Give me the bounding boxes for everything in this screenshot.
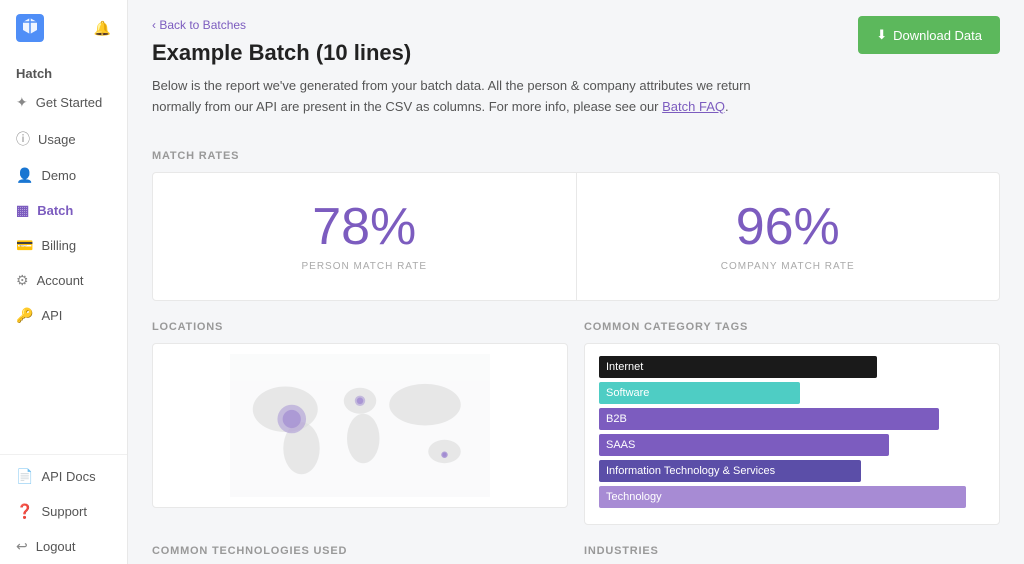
technologies-section-label: COMMON TECHNOLOGIES USED (152, 545, 568, 557)
sidebar-item-label: Billing (41, 238, 76, 253)
api-icon: 🔑 (16, 307, 33, 324)
batch-icon: ▦ (16, 202, 29, 219)
sidebar-item-label: Usage (38, 132, 76, 147)
sidebar-item-usage[interactable]: ⓘ Usage (0, 120, 127, 158)
technologies-industries-row: COMMON TECHNOLOGIES USED Facebook AdsNgi… (152, 545, 1000, 564)
industries-col: INDUSTRIES (584, 545, 1000, 564)
page-title: Example Batch (10 lines) (152, 40, 858, 66)
sidebar-bottom-nav: 📄 API Docs ❓ Support ↩ Logout (0, 454, 127, 564)
app-name-label: Hatch (0, 56, 68, 85)
demo-icon: 👤 (16, 167, 33, 184)
sidebar-item-account[interactable]: ⚙ Account (0, 263, 127, 298)
sidebar: 🔔 Hatch ✦ Get Started ⓘ Usage 👤 Demo ▦ B… (0, 0, 128, 564)
sidebar-item-label: Demo (41, 168, 76, 183)
category-bar-row: SAAS (599, 434, 985, 456)
download-icon: ⬇ (876, 27, 887, 43)
logout-icon: ↩ (16, 538, 28, 555)
bar-label: Technology (599, 486, 669, 508)
sidebar-item-label: API (41, 308, 62, 323)
category-tags-section-label: COMMON CATEGORY TAGS (584, 321, 1000, 333)
account-icon: ⚙ (16, 272, 29, 289)
sidebar-item-billing[interactable]: 💳 Billing (0, 228, 127, 263)
sidebar-item-api-docs[interactable]: 📄 API Docs (0, 459, 127, 494)
technologies-col: COMMON TECHNOLOGIES USED Facebook AdsNgi… (152, 545, 568, 564)
bar-label: B2B (599, 408, 634, 430)
logo-icon (16, 14, 44, 42)
sidebar-item-batch[interactable]: ▦ Batch (0, 193, 127, 228)
sidebar-item-get-started[interactable]: ✦ Get Started (0, 85, 127, 120)
person-match-rate: 78% PERSON MATCH RATE (153, 173, 577, 300)
locations-card (152, 343, 568, 508)
category-tags-card: Internet Software B2B SAAS Information Techn… (584, 343, 1000, 525)
bar-label: Information Technology & Services (599, 460, 782, 482)
sidebar-item-logout[interactable]: ↩ Logout (0, 529, 127, 564)
locations-section-label: LOCATIONS (152, 321, 568, 333)
usage-icon: ⓘ (16, 129, 30, 149)
download-button-label: Download Data (893, 28, 982, 43)
locations-col: LOCATIONS (152, 321, 568, 525)
category-tags-col: COMMON CATEGORY TAGS Internet Software B2B… (584, 321, 1000, 525)
description-text: Below is the report we've generated from… (152, 78, 751, 114)
world-map-svg (163, 354, 557, 497)
api-docs-icon: 📄 (16, 468, 33, 485)
category-bar-row: B2B (599, 408, 985, 430)
notification-bell-icon[interactable]: 🔔 (94, 20, 111, 37)
page-header: ‹ Back to Batches Example Batch (10 line… (152, 16, 1000, 134)
main-nav: ✦ Get Started ⓘ Usage 👤 Demo ▦ Batch 💳 B… (0, 85, 127, 454)
category-bar-row: Internet (599, 356, 985, 378)
bar-label: Internet (599, 356, 650, 378)
locations-categories-row: LOCATIONS (152, 321, 1000, 525)
back-to-batches-link[interactable]: ‹ Back to Batches (152, 18, 246, 32)
category-bar-row: Technology (599, 486, 985, 508)
match-rates-section: MATCH RATES 78% PERSON MATCH RATE 96% CO… (152, 150, 1000, 301)
sidebar-item-label: Batch (37, 203, 73, 218)
main-content: ‹ Back to Batches Example Batch (10 line… (128, 0, 1024, 564)
company-match-rate: 96% COMPANY MATCH RATE (577, 173, 1000, 300)
billing-icon: 💳 (16, 237, 33, 254)
sidebar-item-label: Account (37, 273, 84, 288)
company-match-rate-value: 96% (597, 201, 980, 253)
sidebar-item-demo[interactable]: 👤 Demo (0, 158, 127, 193)
sidebar-item-label: Support (41, 504, 87, 519)
match-rates-card: 78% PERSON MATCH RATE 96% COMPANY MATCH … (152, 172, 1000, 301)
industries-section-label: INDUSTRIES (584, 545, 1000, 557)
bar-label: Software (599, 382, 656, 404)
support-icon: ❓ (16, 503, 33, 520)
header-left: ‹ Back to Batches Example Batch (10 line… (152, 16, 858, 134)
download-data-button[interactable]: ⬇ Download Data (858, 16, 1000, 54)
category-bar-row: Software (599, 382, 985, 404)
sidebar-item-support[interactable]: ❓ Support (0, 494, 127, 529)
sidebar-item-api[interactable]: 🔑 API (0, 298, 127, 333)
batch-faq-link[interactable]: Batch FAQ (662, 99, 725, 114)
bar-label: SAAS (599, 434, 642, 456)
get-started-icon: ✦ (16, 94, 28, 111)
sidebar-item-label: Logout (36, 539, 76, 554)
person-match-rate-label: PERSON MATCH RATE (173, 261, 556, 272)
company-match-rate-label: COMPANY MATCH RATE (597, 261, 980, 272)
sidebar-item-label: API Docs (41, 469, 95, 484)
match-rates-section-label: MATCH RATES (152, 150, 1000, 162)
page-description: Below is the report we've generated from… (152, 76, 792, 118)
sidebar-logo: 🔔 (0, 0, 127, 56)
category-bars-container: Internet Software B2B SAAS Information Techn… (599, 356, 985, 508)
sidebar-item-label: Get Started (36, 95, 102, 110)
person-match-rate-value: 78% (173, 201, 556, 253)
category-bar-row: Information Technology & Services (599, 460, 985, 482)
